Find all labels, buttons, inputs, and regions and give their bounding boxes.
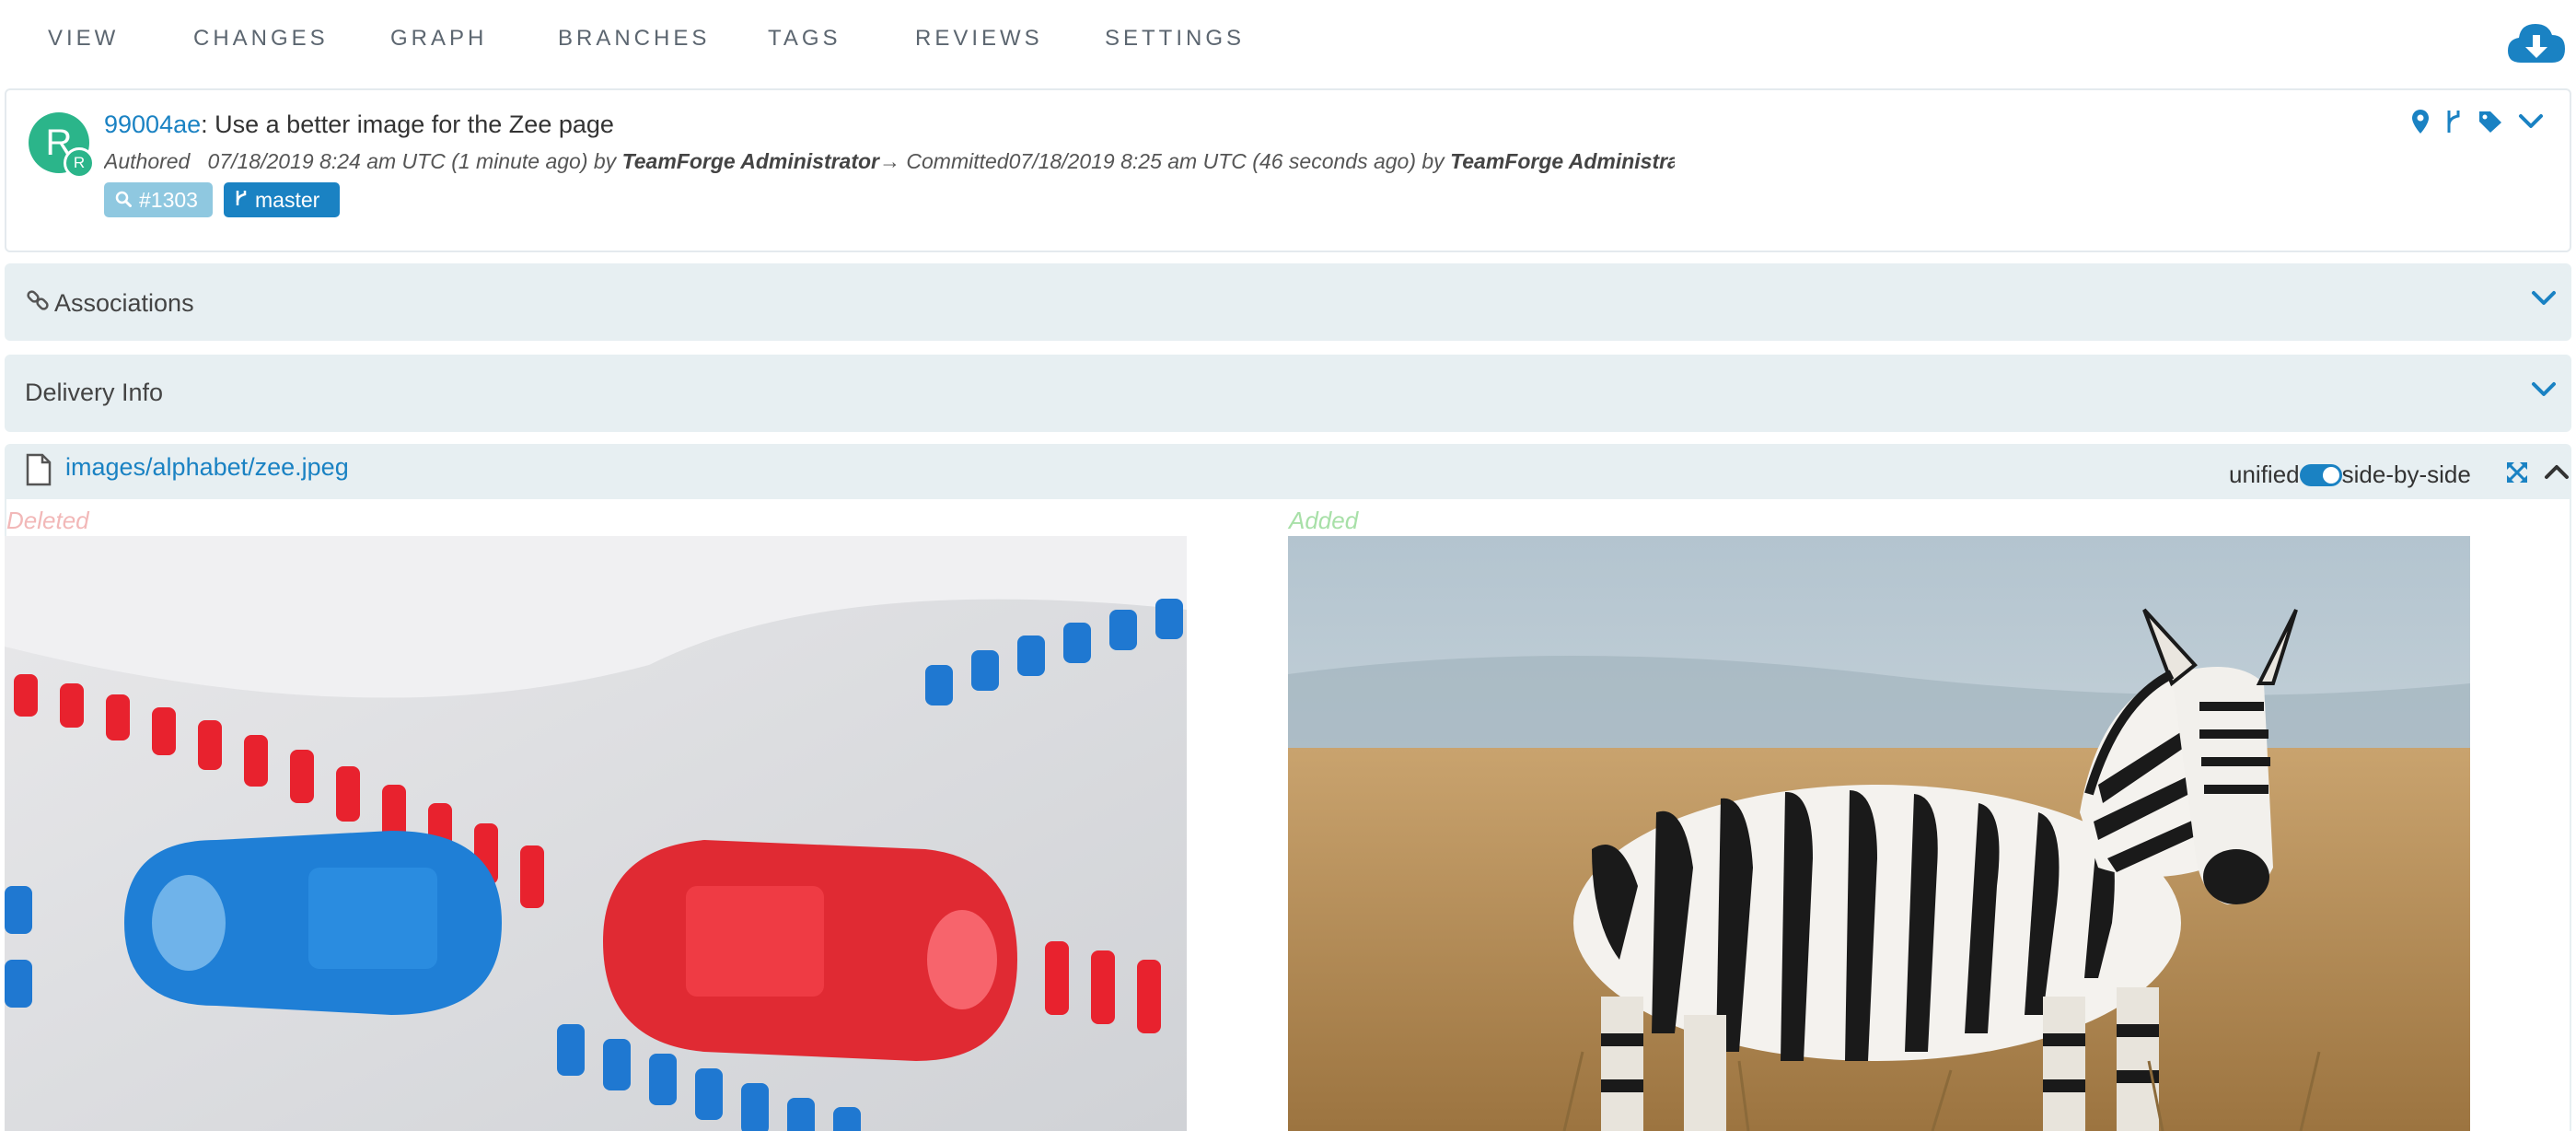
delivery-info-title: Delivery Info — [25, 379, 164, 406]
review-chip-label: #1303 — [139, 188, 198, 212]
delivery-info-header: Delivery Info — [25, 379, 163, 407]
chevron-down-icon[interactable] — [2531, 380, 2557, 403]
switch-knob — [2322, 466, 2339, 484]
toggle-unified-label[interactable]: unified — [2229, 461, 2300, 489]
nav-reviews[interactable]: REVIEWS — [915, 26, 1043, 52]
associations-panel[interactable]: Associations — [5, 263, 2571, 341]
location-pin-icon[interactable] — [2411, 109, 2430, 139]
toggle-side-by-side-label[interactable]: side-by-side — [2342, 461, 2471, 489]
link-icon — [25, 287, 51, 320]
author-name: TeamForge Administrator — [621, 149, 880, 173]
nav-view[interactable]: VIEW — [48, 26, 119, 52]
added-label: Added — [1289, 507, 1359, 534]
search-icon — [115, 182, 132, 217]
branch-chip[interactable]: master — [224, 182, 340, 217]
commit-meta: Authored 07/18/2019 8:24 am UTC (1 minut… — [104, 149, 1675, 174]
associations-title: Associations — [54, 289, 194, 317]
commit-separator: : — [201, 111, 208, 138]
nav-changes[interactable]: CHANGES — [193, 26, 329, 52]
diff-view-toggle: unified side-by-side — [2229, 461, 2471, 489]
commit-actions — [2411, 109, 2544, 139]
chevron-up-icon[interactable] — [2544, 462, 2570, 485]
deleted-label: Deleted — [6, 507, 89, 534]
commit-card: R R 99004ae: Use a better image for the … — [5, 88, 2571, 252]
delivery-info-panel[interactable]: Delivery Info — [5, 355, 2571, 432]
commit-message: Use a better image for the Zee page — [207, 111, 614, 138]
file-path-link[interactable]: images/alphabet/zee.jpeg — [65, 453, 349, 482]
commit-hash-link[interactable]: 99004ae — [104, 111, 201, 138]
avatar-badge: R — [64, 147, 95, 179]
added-image — [1288, 536, 2470, 1131]
cloud-download-icon[interactable] — [2506, 17, 2567, 68]
committed-time: 07/18/2019 8:25 am UTC (46 seconds ago) … — [1008, 149, 1445, 173]
nav-settings[interactable]: SETTINGS — [1105, 26, 1245, 52]
review-chip[interactable]: #1303 — [104, 182, 213, 217]
branch-chip-label: master — [255, 188, 320, 212]
nav-graph[interactable]: GRAPH — [390, 26, 487, 52]
branch-icon[interactable] — [2444, 109, 2463, 139]
file-icon — [25, 453, 52, 491]
authored-label: Authored — [104, 149, 191, 173]
nav-tags[interactable]: TAGS — [768, 26, 841, 52]
associations-header: Associations — [25, 287, 194, 320]
file-diff-header: images/alphabet/zee.jpeg unified side-by… — [5, 444, 2571, 499]
commit-title: 99004ae: Use a better image for the Zee … — [104, 111, 614, 139]
committer-name: TeamForge Administrator — [1450, 149, 1675, 173]
view-mode-switch[interactable] — [2299, 463, 2342, 486]
nav-branches[interactable]: BRANCHES — [558, 26, 710, 52]
authored-time: 07/18/2019 8:24 am UTC (1 minute ago) by — [207, 149, 617, 173]
deleted-image — [5, 536, 1187, 1131]
chevron-down-icon[interactable] — [2531, 289, 2557, 312]
branch-icon — [235, 182, 248, 217]
meta-arrow: → — [879, 149, 901, 173]
chevron-down-icon[interactable] — [2518, 112, 2544, 135]
tag-icon[interactable] — [2477, 110, 2503, 138]
top-navigation: VIEW CHANGES GRAPH BRANCHES TAGS REVIEWS… — [0, 0, 2576, 79]
expand-icon[interactable] — [2505, 461, 2529, 489]
committed-label: Committed — [906, 149, 1009, 173]
